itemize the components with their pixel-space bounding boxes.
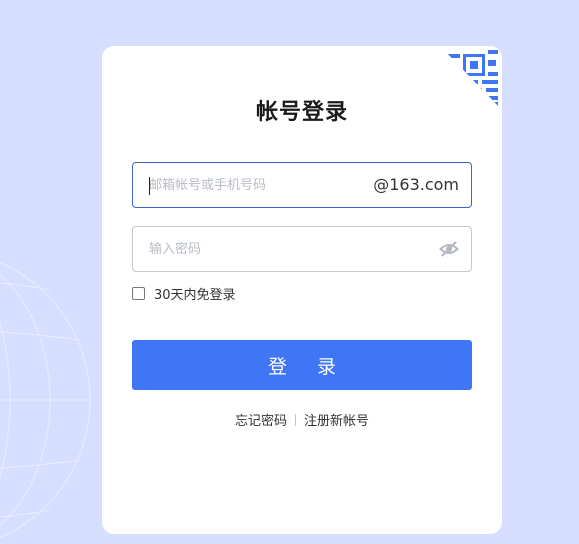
password-input[interactable]: [149, 227, 429, 271]
account-field[interactable]: @163.com: [132, 162, 472, 208]
remember-login-option[interactable]: 30天内免登录: [132, 284, 236, 303]
email-domain-suffix: @163.com: [373, 175, 459, 194]
account-input[interactable]: [149, 163, 369, 207]
text-caret: [149, 177, 150, 195]
footer-links: 忘记密码 注册新帐号: [102, 410, 502, 429]
remember-checkbox[interactable]: [132, 286, 145, 300]
remember-label: 30天内免登录: [154, 287, 236, 303]
link-divider: [295, 414, 296, 426]
eye-slash-icon[interactable]: [439, 240, 459, 258]
login-button[interactable]: 登 录: [132, 340, 472, 390]
login-card: 帐号登录 @163.com 30天内免登录 登 录 忘记密码 注册新帐号: [102, 46, 502, 534]
register-link[interactable]: 注册新帐号: [304, 414, 369, 429]
forgot-password-link[interactable]: 忘记密码: [235, 414, 287, 429]
page-title: 帐号登录: [255, 100, 348, 125]
password-field[interactable]: [132, 226, 472, 272]
